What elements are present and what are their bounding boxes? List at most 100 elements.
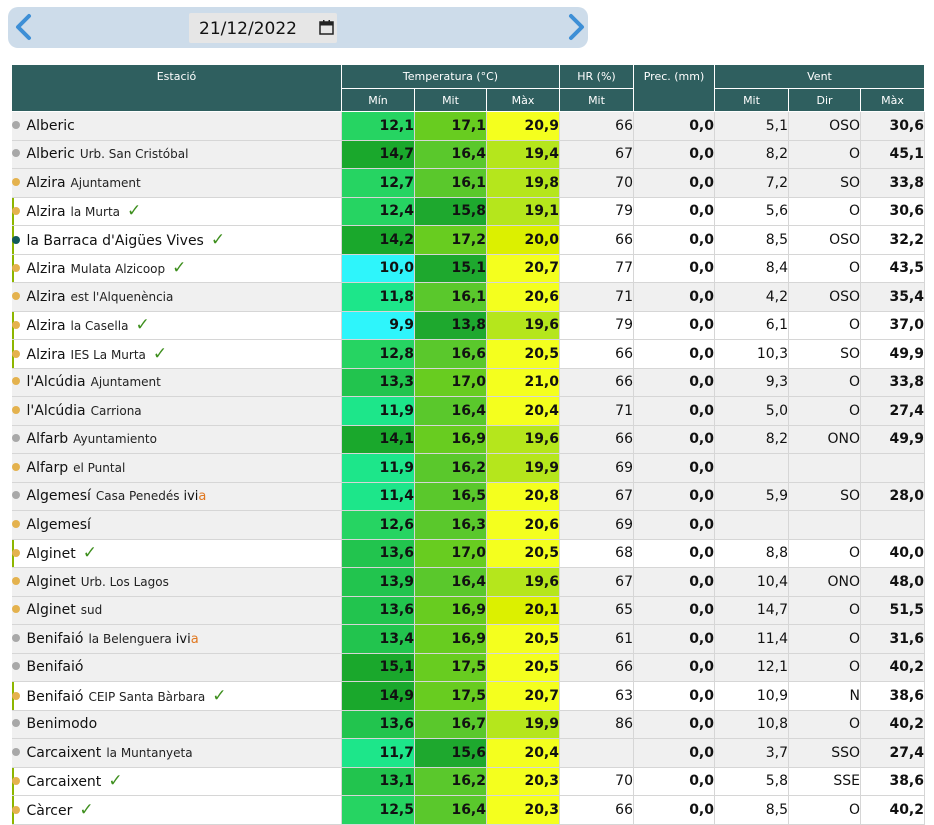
table-row[interactable]: Alzira Ajuntament 12,7 16,1 19,8 70 0,0 7,2 SO 33… <box>11 168 925 198</box>
table-row[interactable]: Alginet sud 13,6 16,9 20,1 65 0,0 14,7 O 51,5 <box>11 596 925 625</box>
calendar-icon[interactable] <box>319 20 334 35</box>
station-name[interactable]: Benifaió <box>27 631 84 647</box>
station-name[interactable]: Alberic <box>27 146 75 162</box>
station-cell[interactable]: la Barraca d'Aigües Vives ✓ <box>11 225 342 255</box>
table-row[interactable]: Benifaió 15,1 17,5 20,5 66 0,0 12,1 O 40,2 <box>11 653 925 682</box>
station-name[interactable]: Algemesí <box>27 488 91 504</box>
station-cell[interactable]: Alginet sud <box>11 596 342 625</box>
station-status-dot <box>11 149 20 158</box>
station-name[interactable]: Alzira <box>27 289 66 305</box>
station-name[interactable]: l'Alcúdia <box>27 403 86 419</box>
table-row[interactable]: la Barraca d'Aigües Vives ✓ 14,2 17,2 20,0 66… <box>11 225 925 255</box>
station-cell[interactable]: Alginet ✓ <box>11 539 342 568</box>
station-name[interactable]: Alzira <box>27 347 66 363</box>
table-row[interactable]: Alzira est l'Alquenència 11,8 16,1 20,6 71 0,0… <box>11 282 925 312</box>
station-name[interactable]: Alginet <box>27 602 76 618</box>
station-name[interactable]: la Barraca d'Aigües Vives <box>27 233 204 249</box>
station-name[interactable]: Alzira <box>27 261 66 277</box>
station-cell[interactable]: Carcaixent ✓ <box>11 767 342 796</box>
table-row[interactable]: Alzira IES La Murta ✓ 12,8 16,6 20,5 66 0,0 10,3… <box>11 339 925 369</box>
station-cell[interactable]: Càrcer ✓ <box>11 795 342 825</box>
humidity-cell: 66 <box>559 368 634 397</box>
table-row[interactable]: Alzira Mulata Alzicoop ✓ 10,0 15,1 20,7 77 0,0 8… <box>11 254 925 283</box>
station-cell[interactable]: Alfarp el Puntal <box>11 453 342 483</box>
station-name[interactable]: Alginet <box>27 546 76 562</box>
table-row[interactable]: Alberic 12,1 17,1 20,9 66 0,0 5,1 OSO 30,6 <box>11 111 925 141</box>
station-cell[interactable]: Alzira est l'Alquenència <box>11 282 342 312</box>
header-wind-mid[interactable]: Mit <box>714 88 789 112</box>
station-cell[interactable]: Alzira la Casella ✓ <box>11 311 342 340</box>
station-name[interactable]: Càrcer <box>27 803 73 819</box>
station-name[interactable]: Benimodo <box>27 716 98 732</box>
header-wind-max[interactable]: Màx <box>860 88 925 112</box>
wind-mid-cell: 8,2 <box>714 140 789 169</box>
date-input[interactable]: 21/12/2022 <box>189 13 337 43</box>
station-cell[interactable]: Alzira IES La Murta ✓ <box>11 339 342 369</box>
header-station[interactable]: Estació <box>11 64 342 112</box>
table-row[interactable]: l'Alcúdia Carriona 11,9 16,4 20,4 71 0,0 5,0 O 27… <box>11 396 925 426</box>
table-row[interactable]: Alginet ✓ 13,6 17,0 20,5 68 0,0 8,8 O 40,0 <box>11 539 925 568</box>
header-temp-mid[interactable]: Mit <box>414 88 487 112</box>
station-cell[interactable]: Benifaió CEIP Santa Bàrbara ✓ <box>11 681 342 711</box>
header-wind-dir[interactable]: Dir <box>788 88 861 112</box>
station-name[interactable]: Alfarp <box>27 460 69 476</box>
table-row[interactable]: Carcaixent ✓ 13,1 16,2 20,3 70 0,0 5,8 SSE 38,6 <box>11 767 925 796</box>
station-cell[interactable]: Alberic Urb. San Cristóbal <box>11 140 342 169</box>
station-cell[interactable]: Benifaió <box>11 653 342 682</box>
header-temp-min[interactable]: Mín <box>341 88 415 112</box>
station-subname: Carriona <box>90 403 142 418</box>
station-name[interactable]: Algemesí <box>27 517 91 533</box>
station-name[interactable]: Alzira <box>27 318 66 334</box>
station-name[interactable]: Alfarb <box>27 431 69 447</box>
table-row[interactable]: Carcaixent la Muntanyeta 11,7 15,6 20,4 0,0 3,… <box>11 738 925 768</box>
header-precipitation[interactable]: Prec. (mm) <box>633 64 715 112</box>
temp-min-cell: 13,9 <box>341 567 415 597</box>
chevron-left-icon[interactable] <box>10 11 40 43</box>
station-name[interactable]: Alzira <box>27 204 66 220</box>
station-cell[interactable]: Algemesí Casa Penedés ivia <box>11 482 342 511</box>
wind-max-cell: 38,6 <box>860 767 925 796</box>
table-row[interactable]: Alginet Urb. Los Lagos 13,9 16,4 19,6 67 0,0 10… <box>11 567 925 597</box>
station-cell[interactable]: Benimodo <box>11 710 342 739</box>
station-cell[interactable]: Alberic <box>11 111 342 141</box>
station-name[interactable]: Alginet <box>27 574 76 590</box>
table-row[interactable]: Alzira la Casella ✓ 9,9 13,8 19,6 79 0,0 6,1 O 37,… <box>11 311 925 340</box>
humidity-cell: 70 <box>559 767 634 796</box>
station-name[interactable]: Carcaixent <box>27 774 102 790</box>
station-cell[interactable]: l'Alcúdia Carriona <box>11 396 342 426</box>
station-name[interactable]: Alberic <box>27 118 75 134</box>
table-row[interactable]: Benifaió la Belenguera ivia 13,4 16,9 20,5 61 0… <box>11 624 925 654</box>
table-row[interactable]: Algemesí Casa Penedés ivia 11,4 16,5 20,8 67 0,… <box>11 482 925 511</box>
station-cell[interactable]: Alzira Mulata Alzicoop ✓ <box>11 254 342 283</box>
station-name[interactable]: Carcaixent <box>27 745 102 761</box>
station-cell[interactable]: Algemesí <box>11 510 342 540</box>
header-hr-mid[interactable]: Mit <box>559 88 634 112</box>
temp-min-cell: 14,2 <box>341 225 415 255</box>
chevron-right-icon[interactable] <box>560 11 590 43</box>
table-row[interactable]: Benimodo 13,6 16,7 19,9 86 0,0 10,8 O 40,2 <box>11 710 925 739</box>
station-cell[interactable]: l'Alcúdia Ajuntament <box>11 368 342 397</box>
station-subname: sud <box>80 603 103 618</box>
table-row[interactable]: Alzira la Murta ✓ 12,4 15,8 19,1 79 0,0 5,6 O 30,6 <box>11 197 925 226</box>
station-cell[interactable]: Carcaixent la Muntanyeta <box>11 738 342 768</box>
wind-mid-cell: 4,2 <box>714 282 789 312</box>
station-cell[interactable]: Alfarb Ayuntamiento <box>11 425 342 454</box>
station-cell[interactable]: Alzira Ajuntament <box>11 168 342 198</box>
station-status-dot <box>11 747 20 756</box>
table-row[interactable]: Alberic Urb. San Cristóbal 14,7 16,4 19,4 67 0… <box>11 140 925 169</box>
station-name[interactable]: Benifaió <box>27 689 84 705</box>
station-cell[interactable]: Alginet Urb. Los Lagos <box>11 567 342 597</box>
temp-max-cell: 19,8 <box>486 168 560 198</box>
station-name[interactable]: Benifaió <box>27 659 84 675</box>
table-row[interactable]: Alfarp el Puntal 11,9 16,2 19,9 69 0,0 <box>11 453 925 483</box>
station-name[interactable]: Alzira <box>27 175 66 191</box>
header-temp-max[interactable]: Màx <box>486 88 560 112</box>
station-name[interactable]: l'Alcúdia <box>27 374 86 390</box>
table-row[interactable]: Benifaió CEIP Santa Bàrbara ✓ 14,9 17,5 20,7 6… <box>11 681 925 711</box>
table-row[interactable]: Càrcer ✓ 12,5 16,4 20,3 66 0,0 8,5 O 40,2 <box>11 795 925 825</box>
station-cell[interactable]: Alzira la Murta ✓ <box>11 197 342 226</box>
station-cell[interactable]: Benifaió la Belenguera ivia <box>11 624 342 654</box>
table-row[interactable]: Algemesí 12,6 16,3 20,6 69 0,0 <box>11 510 925 540</box>
table-row[interactable]: l'Alcúdia Ajuntament 13,3 17,0 21,0 66 0,0 9,3 O… <box>11 368 925 397</box>
table-row[interactable]: Alfarb Ayuntamiento 14,1 16,9 19,6 66 0,0 8,2 ON… <box>11 425 925 454</box>
